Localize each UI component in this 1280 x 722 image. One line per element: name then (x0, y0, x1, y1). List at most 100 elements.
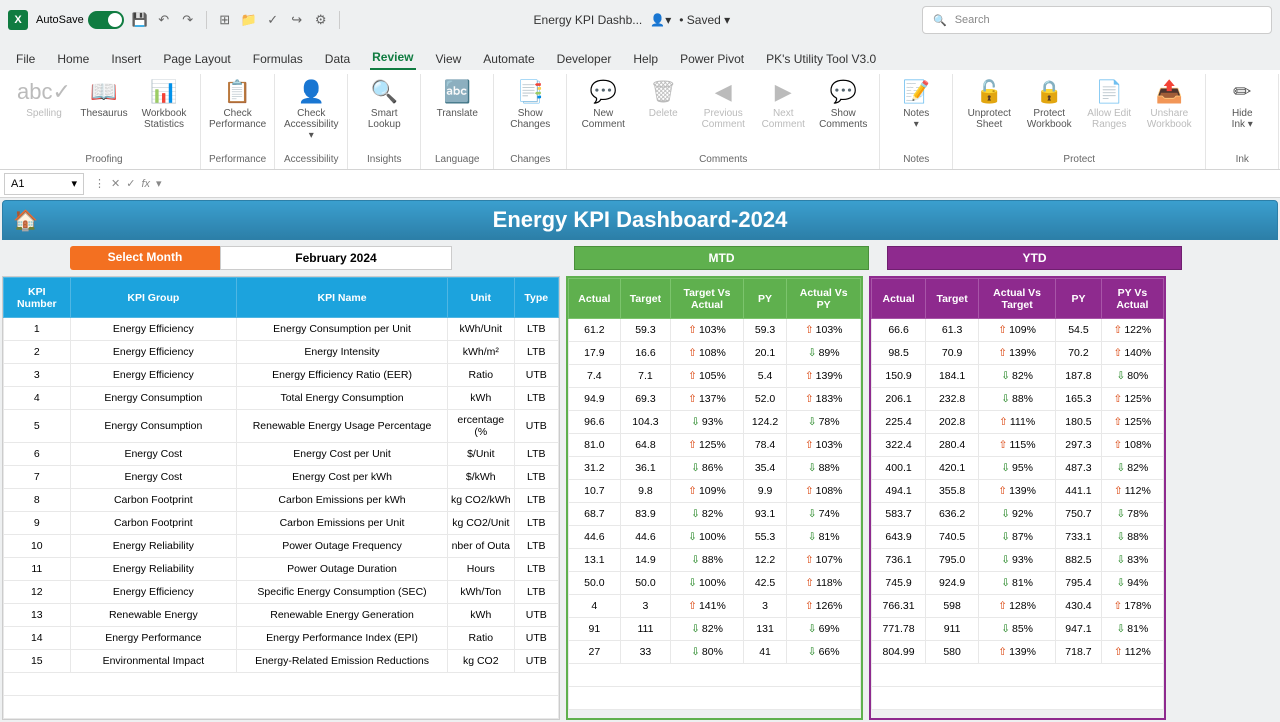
ribbon-protect-workbook[interactable]: 🔒ProtectWorkbook (1021, 78, 1077, 130)
ribbon-tabs: File Home Insert Page Layout Formulas Data Rev… (0, 40, 1280, 70)
table-row[interactable]: 15Environmental ImpactEnergy-Related Emi… (4, 650, 559, 673)
table-row[interactable]: 2733⇩ 80%41⇩ 66% (569, 641, 861, 664)
table-row[interactable]: 322.4280.4⇧ 115%297.3⇧ 108% (872, 434, 1164, 457)
tab-power-pivot[interactable]: Power Pivot (678, 48, 746, 70)
redo-icon[interactable]: ↷ (180, 12, 196, 28)
tab-insert[interactable]: Insert (109, 48, 143, 70)
table-row[interactable]: 583.7636.2⇩ 92%750.7⇩ 78% (872, 503, 1164, 526)
ribbon-show-comments[interactable]: 💬ShowComments (815, 78, 871, 130)
table-row[interactable]: 17.916.6⇧ 108%20.1⇩ 89% (569, 342, 861, 365)
table-row[interactable]: 225.4202.8⇧ 111%180.5⇧ 125% (872, 411, 1164, 434)
ribbon-unprotect-sheet[interactable]: 🔓UnprotectSheet (961, 78, 1017, 130)
tab-help[interactable]: Help (631, 48, 660, 70)
ytd-table: ActualTargetActual VsTargetPYPY VsActual… (869, 276, 1166, 720)
table-row[interactable]: 3Energy EfficiencyEnergy Efficiency Rati… (4, 364, 559, 387)
table-row[interactable]: 10Energy ReliabilityPower Outage Frequen… (4, 535, 559, 558)
ribbon-spelling: abc✓Spelling (16, 78, 72, 119)
table-row[interactable]: 2Energy EfficiencyEnergy IntensitykWh/m²… (4, 341, 559, 364)
table-row[interactable]: 1Energy EfficiencyEnergy Consumption per… (4, 318, 559, 341)
table-row[interactable]: 10.79.8⇧ 109%9.9⇧ 108% (569, 480, 861, 503)
tab-automate[interactable]: Automate (481, 48, 536, 70)
qat-icon-2[interactable]: 📁 (241, 12, 257, 28)
table-row[interactable]: 7.47.1⇧ 105%5.4⇧ 139% (569, 365, 861, 388)
table-row[interactable]: 400.1420.1⇩ 95%487.3⇩ 82% (872, 457, 1164, 480)
table-row[interactable]: 13Renewable EnergyRenewable Energy Gener… (4, 604, 559, 627)
ribbon-allow-edit-ranges: 📄Allow EditRanges (1081, 78, 1137, 130)
tab-file[interactable]: File (14, 48, 37, 70)
table-row[interactable]: 6Energy CostEnergy Cost per Unit$/UnitLT… (4, 443, 559, 466)
tab-home[interactable]: Home (55, 48, 91, 70)
home-icon[interactable]: 🏠 (13, 208, 38, 233)
table-row[interactable]: 81.064.8⇧ 125%78.4⇧ 103% (569, 434, 861, 457)
tab-developer[interactable]: Developer (555, 48, 614, 70)
ribbon-hide-ink-[interactable]: ✏HideInk ▾ (1214, 78, 1270, 130)
table-row[interactable]: 804.99580⇧ 139%718.7⇧ 112% (872, 641, 1164, 664)
table-row[interactable]: 14Energy PerformanceEnergy Performance I… (4, 627, 559, 650)
ribbon-smart-lookup[interactable]: 🔍SmartLookup (356, 78, 412, 130)
tab-formulas[interactable]: Formulas (251, 48, 305, 70)
tab-pk-s-utility-tool-v-[interactable]: PK's Utility Tool V3.0 (764, 48, 878, 70)
tab-page-layout[interactable]: Page Layout (161, 48, 232, 70)
month-value[interactable]: February 2024 (220, 246, 452, 270)
formula-bar-row: A1▾ ⋮✕✓fx▾ (0, 170, 1280, 198)
ribbon-translate[interactable]: 🔤Translate (429, 78, 485, 119)
name-box[interactable]: A1▾ (4, 173, 84, 195)
ribbon-notes-[interactable]: 📝Notes▾ (888, 78, 944, 130)
mtd-table: ActualTargetTarget VsActualPYActual VsPY… (566, 276, 863, 720)
table-row[interactable]: 31.236.1⇩ 86%35.4⇩ 88% (569, 457, 861, 480)
tab-data[interactable]: Data (323, 48, 352, 70)
undo-icon[interactable]: ↶ (156, 12, 172, 28)
table-row[interactable]: 206.1232.8⇩ 88%165.3⇧ 125% (872, 388, 1164, 411)
tab-view[interactable]: View (434, 48, 464, 70)
table-row[interactable]: 91111⇩ 82%131⇩ 69% (569, 618, 861, 641)
qat-icon-1[interactable]: ⊞ (217, 12, 233, 28)
table-row[interactable]: 643.9740.5⇩ 87%733.1⇩ 88% (872, 526, 1164, 549)
table-row[interactable]: 5Energy ConsumptionRenewable Energy Usag… (4, 410, 559, 443)
table-row[interactable]: 4Energy ConsumptionTotal Energy Consumpt… (4, 387, 559, 410)
ribbon: abc✓Spelling📖Thesaurus📊WorkbookStatistic… (0, 70, 1280, 170)
table-row[interactable]: 44.644.6⇩ 100%55.3⇩ 81% (569, 526, 861, 549)
ribbon-unshare-workbook: 📤UnshareWorkbook (1141, 78, 1197, 130)
formula-bar[interactable]: ⋮✕✓fx▾ (88, 177, 168, 190)
autosave-toggle[interactable]: AutoSave (36, 11, 124, 29)
toggle-on-icon[interactable] (88, 11, 124, 29)
user-icon: 👤▾ (650, 13, 671, 27)
search-icon: 🔍 (933, 14, 947, 27)
ytd-header: YTD (887, 246, 1182, 270)
table-row[interactable]: 736.1795.0⇩ 93%882.5⇩ 83% (872, 549, 1164, 572)
ribbon-new-comment[interactable]: 💬NewComment (575, 78, 631, 130)
table-row[interactable]: 150.9184.1⇩ 82%187.8⇩ 80% (872, 365, 1164, 388)
table-row[interactable]: 766.31598⇧ 128%430.4⇧ 178% (872, 595, 1164, 618)
table-row[interactable]: 8Carbon FootprintCarbon Emissions per kW… (4, 489, 559, 512)
table-row[interactable]: 61.259.3⇧ 103%59.3⇧ 103% (569, 319, 861, 342)
table-row[interactable]: 43⇧ 141%3⇧ 126% (569, 595, 861, 618)
ribbon-show-changes[interactable]: 📑ShowChanges (502, 78, 558, 130)
table-row[interactable]: 494.1355.8⇧ 139%441.1⇧ 112% (872, 480, 1164, 503)
qat-icon-4[interactable]: ↪ (289, 12, 305, 28)
dashboard-area: 🏠 Energy KPI Dashboard-2024 Select Month… (0, 198, 1280, 722)
search-input[interactable]: 🔍 Search (922, 6, 1272, 34)
table-row[interactable]: 94.969.3⇧ 137%52.0⇧ 183% (569, 388, 861, 411)
ribbon-check-accessibility-[interactable]: 👤CheckAccessibility ▾ (283, 78, 339, 141)
table-row[interactable]: 98.570.9⇧ 139%70.2⇧ 140% (872, 342, 1164, 365)
table-row[interactable]: 68.783.9⇩ 82%93.1⇩ 74% (569, 503, 861, 526)
ribbon-check-performance[interactable]: 📋CheckPerformance (210, 78, 266, 130)
save-icon[interactable]: 💾 (132, 12, 148, 28)
tab-review[interactable]: Review (370, 46, 415, 70)
table-row[interactable]: 12Energy EfficiencySpecific Energy Consu… (4, 581, 559, 604)
table-row[interactable]: 13.114.9⇩ 88%12.2⇧ 107% (569, 549, 861, 572)
month-selector: Select Month February 2024 (2, 246, 452, 270)
ribbon-delete: 🗑Delete (635, 78, 691, 119)
table-row[interactable]: 745.9924.9⇩ 81%795.4⇩ 94% (872, 572, 1164, 595)
table-row[interactable]: 7Energy CostEnergy Cost per kWh$/kWhLTB (4, 466, 559, 489)
table-row[interactable]: 11Energy ReliabilityPower Outage Duratio… (4, 558, 559, 581)
table-row[interactable]: 96.6104.3⇩ 93%124.2⇩ 78% (569, 411, 861, 434)
qat-icon-3[interactable]: ✓ (265, 12, 281, 28)
qat-icon-5[interactable]: ⚙ (313, 12, 329, 28)
table-row[interactable]: 50.050.0⇩ 100%42.5⇧ 118% (569, 572, 861, 595)
table-row[interactable]: 66.661.3⇧ 109%54.5⇧ 122% (872, 319, 1164, 342)
table-row[interactable]: 771.78911⇩ 85%947.1⇩ 81% (872, 618, 1164, 641)
table-row[interactable]: 9Carbon FootprintCarbon Emissions per Un… (4, 512, 559, 535)
ribbon-thesaurus[interactable]: 📖Thesaurus (76, 78, 132, 119)
ribbon-workbook-statistics[interactable]: 📊WorkbookStatistics (136, 78, 192, 130)
